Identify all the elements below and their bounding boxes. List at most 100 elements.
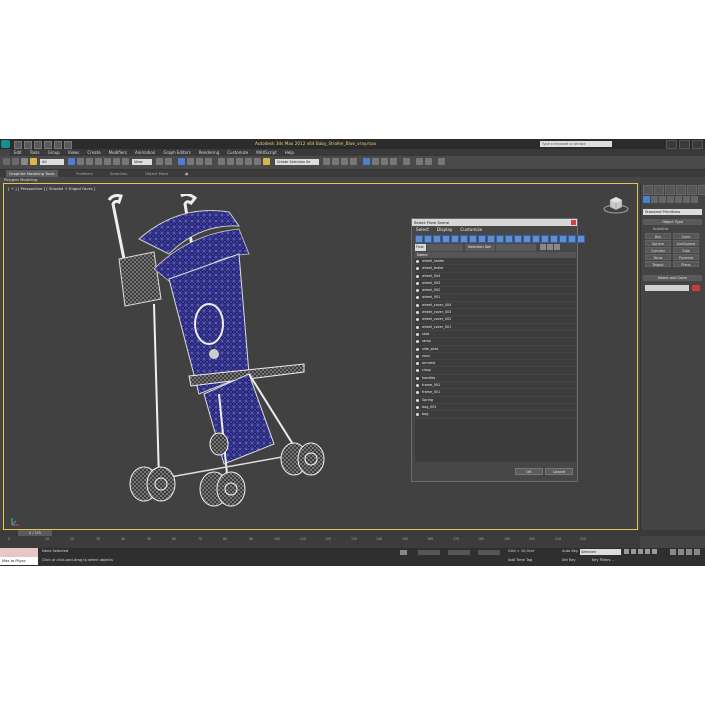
list-item[interactable]: wheel_holder: [415, 258, 576, 266]
tube-button[interactable]: Tube: [673, 247, 699, 253]
schematic-view-icon[interactable]: [323, 158, 330, 165]
bind-spacewarp-icon[interactable]: [30, 158, 37, 165]
display-spacewarps-icon[interactable]: [460, 235, 468, 243]
dialog-menu-customize[interactable]: Customize: [456, 226, 486, 234]
mirror-icon[interactable]: [227, 158, 234, 165]
torus-button[interactable]: Torus: [645, 254, 671, 260]
go-to-start-icon[interactable]: [624, 549, 629, 554]
menu-group[interactable]: Group: [44, 149, 64, 156]
list-item[interactable]: Spring: [415, 397, 576, 404]
motion-tab-icon[interactable]: [676, 185, 686, 195]
list-item[interactable]: frame_001: [415, 389, 576, 397]
menu-edit[interactable]: Edit: [10, 149, 26, 156]
list-item[interactable]: wheel_002: [415, 287, 576, 295]
display-geometry-icon[interactable]: [415, 235, 423, 243]
render-production-icon[interactable]: [363, 158, 370, 165]
sphere-button[interactable]: Sphere: [645, 240, 671, 246]
edit-named-selection-icon[interactable]: [218, 158, 225, 165]
new-file-icon[interactable]: [14, 141, 22, 149]
select-object-icon[interactable]: [68, 158, 75, 165]
named-selection-dropdown[interactable]: Create Selection Se: [275, 159, 319, 165]
menu-maxscript[interactable]: MAXScript: [252, 149, 281, 156]
viewcube-icon[interactable]: [602, 194, 630, 216]
hold-icon[interactable]: [64, 141, 72, 149]
save-file-icon[interactable]: [34, 141, 42, 149]
percent-snap-icon[interactable]: [196, 158, 203, 165]
select-all-icon[interactable]: [523, 235, 531, 243]
auto-key-button[interactable]: Auto Key: [562, 549, 578, 553]
select-rotate-icon[interactable]: [113, 158, 120, 165]
list-item[interactable]: wheel_cover_003: [415, 309, 576, 317]
window-crossing-icon[interactable]: [95, 158, 102, 165]
zoom-all-icon[interactable]: [678, 549, 684, 555]
environment-icon[interactable]: [403, 158, 410, 165]
display-tab-icon[interactable]: [687, 185, 697, 195]
reference-coord-dropdown[interactable]: View: [132, 159, 152, 165]
list-item[interactable]: seat: [415, 331, 576, 339]
spinner-snap-icon[interactable]: [205, 158, 212, 165]
hierarchy-tab-icon[interactable]: [665, 185, 675, 195]
maximize-button[interactable]: [679, 140, 690, 149]
undo-tool-icon[interactable]: [3, 158, 10, 165]
close-button[interactable]: [692, 140, 703, 149]
systems-icon[interactable]: [691, 196, 698, 203]
list-item[interactable]: wheel_cover_004: [415, 302, 576, 310]
go-to-end-icon[interactable]: [652, 549, 657, 554]
shapes-icon[interactable]: [651, 196, 658, 203]
utilities-tab-icon[interactable]: [698, 185, 705, 195]
list-item[interactable]: bag: [415, 411, 576, 419]
create-set-icon[interactable]: [540, 244, 546, 250]
list-item[interactable]: strap: [415, 338, 576, 346]
y-coordinate-field[interactable]: [448, 550, 470, 555]
list-item[interactable]: wheel_cover_002: [415, 316, 576, 324]
menu-graph-editors[interactable]: Graph Editors: [159, 149, 194, 156]
menu-help[interactable]: Help: [281, 149, 298, 156]
cancel-button[interactable]: Cancel: [545, 468, 573, 475]
rectangular-region-icon[interactable]: [86, 158, 93, 165]
display-invert-icon[interactable]: [514, 235, 522, 243]
list-item[interactable]: handles: [415, 375, 576, 383]
track-bar-ruler[interactable]: 0 10 20 30 40 50 60 70 80 90 100 110 120…: [0, 536, 640, 548]
list-item[interactable]: side_seat: [415, 346, 576, 353]
next-frame-icon[interactable]: [645, 549, 650, 554]
sync-selection-icon[interactable]: [550, 235, 558, 243]
list-item[interactable]: wheel_cover_001: [415, 324, 576, 331]
tab-object-paint[interactable]: Object Paint: [145, 170, 168, 177]
teapot-button[interactable]: Teapot: [645, 261, 671, 267]
maxscript-mini-listener[interactable]: Max to Physc: [0, 557, 38, 565]
display-helpers-icon[interactable]: [451, 235, 459, 243]
redo-icon[interactable]: [54, 141, 62, 149]
primitive-category-dropdown[interactable]: Standard Primitives: [643, 209, 702, 215]
open-file-icon[interactable]: [24, 141, 32, 149]
list-item[interactable]: wheel_004: [415, 273, 576, 280]
display-shapes-icon[interactable]: [424, 235, 432, 243]
redo-tool-icon[interactable]: [12, 158, 19, 165]
select-move-icon[interactable]: [104, 158, 111, 165]
render-message-icon[interactable]: [416, 158, 423, 165]
filter-icon[interactable]: [568, 235, 576, 243]
zoom-icon[interactable]: [670, 549, 676, 555]
autogrid-checkbox[interactable]: AutoGrid: [653, 227, 668, 231]
remove-set-icon[interactable]: [547, 244, 553, 250]
menu-customize[interactable]: Customize: [223, 149, 252, 156]
pyramid-button[interactable]: Pyramid: [673, 254, 699, 260]
material-editor-icon[interactable]: [332, 158, 339, 165]
add-time-tag[interactable]: Add Time Tag: [508, 558, 532, 562]
snaps-toggle-icon[interactable]: [178, 158, 185, 165]
key-filters-button[interactable]: Key Filters...: [592, 558, 614, 562]
tab-graphite-modeling[interactable]: Graphite Modeling Tools: [6, 170, 58, 177]
select-none-icon[interactable]: [532, 235, 540, 243]
cone-button[interactable]: Cone: [673, 233, 699, 239]
list-item[interactable]: rood: [415, 353, 576, 361]
z-coordinate-field[interactable]: [478, 550, 500, 555]
play-icon[interactable]: [638, 549, 643, 554]
list-item[interactable]: bag_001: [415, 404, 576, 412]
dialog-menu-select[interactable]: Select: [412, 226, 433, 234]
render-iterative-icon[interactable]: [372, 158, 379, 165]
ribbon-expand-icon[interactable]: ●: [185, 170, 188, 177]
link-icon[interactable]: [21, 158, 28, 165]
object-type-rollout[interactable]: Object Type: [643, 219, 702, 225]
render-last-icon[interactable]: [438, 158, 445, 165]
teapot-render-icon[interactable]: [390, 158, 397, 165]
rendered-frame-icon[interactable]: [350, 158, 357, 165]
